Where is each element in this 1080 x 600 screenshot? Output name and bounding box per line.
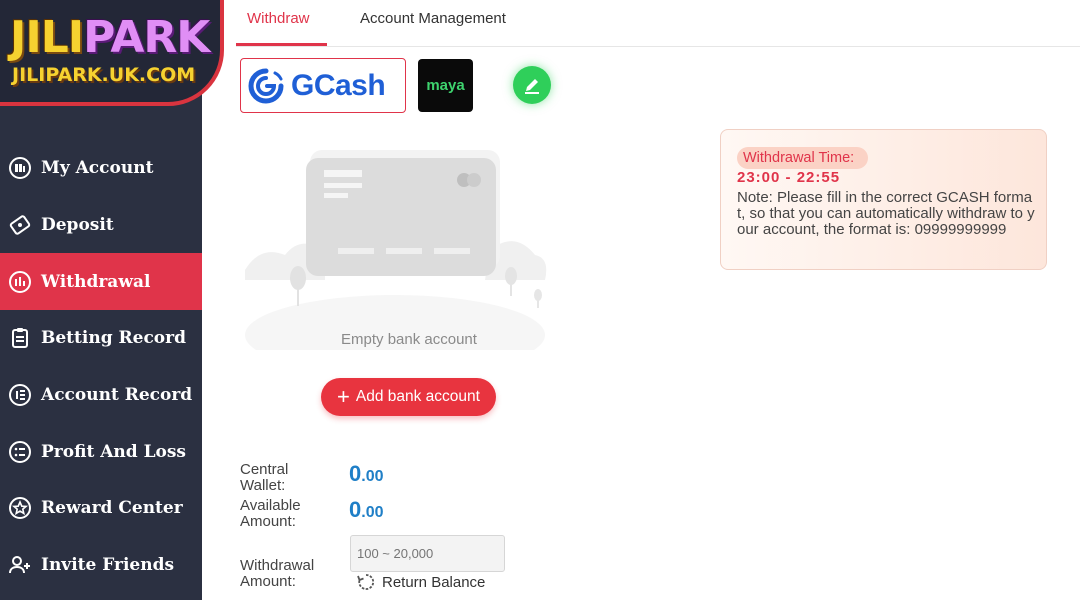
gcash-option[interactable]: GCash xyxy=(240,58,406,113)
tab-account-management[interactable]: Account Management xyxy=(360,10,506,27)
central-wallet-label-line-1: Central xyxy=(240,461,289,478)
logo-part-1: JILI xyxy=(10,12,84,63)
tab-withdraw[interactable]: Withdraw xyxy=(247,10,310,27)
withdrawal-amount-input[interactable] xyxy=(350,535,505,572)
logo-subtitle: JILIPARK.UK.COM xyxy=(12,64,196,86)
sidebar-item-reward-center[interactable]: Reward Center xyxy=(0,480,202,537)
sidebar-item-label: My Account xyxy=(41,158,154,179)
withdrawal-amount-label: Withdrawal Amount: xyxy=(240,558,314,590)
sidebar-item-profit-and-loss[interactable]: Profit And Loss xyxy=(0,423,202,480)
notice-title: Withdrawal Time: xyxy=(737,147,869,169)
pencil-icon xyxy=(525,79,539,94)
account-icon xyxy=(8,156,32,180)
withdrawal-icon xyxy=(8,270,32,294)
tab-bar: Withdraw Account Management xyxy=(236,0,1080,47)
profit-loss-icon xyxy=(8,440,32,464)
available-int: 0 xyxy=(349,497,362,522)
reward-center-icon xyxy=(8,496,32,520)
withdrawal-label-line-1: Withdrawal xyxy=(240,557,315,574)
return-balance-label: Return Balance xyxy=(382,573,486,591)
available-amount-label: Available Amount: xyxy=(240,498,301,530)
sidebar-item-label: Profit And Loss xyxy=(41,441,186,462)
refresh-icon xyxy=(357,574,375,590)
available-amount-value: 0.00 xyxy=(349,497,384,523)
return-balance-button[interactable]: Return Balance xyxy=(356,572,485,592)
invite-friends-icon xyxy=(8,553,32,577)
sidebar-item-invite-friends[interactable]: Invite Friends xyxy=(0,537,202,594)
logo-wordmark: JILIPARK xyxy=(10,16,210,60)
active-tab-indicator xyxy=(236,43,327,46)
sidebar-item-label: Account Record xyxy=(41,385,193,406)
betting-record-icon xyxy=(8,326,32,350)
sidebar-item-label: Reward Center xyxy=(41,498,183,519)
central-wallet-label: Central Wallet: xyxy=(240,462,288,494)
central-wallet-value: 0.00 xyxy=(349,461,384,487)
logo-part-2: PARK xyxy=(83,12,210,63)
sidebar-item-deposit[interactable]: Deposit xyxy=(0,197,202,254)
maya-option[interactable]: maya xyxy=(418,59,473,112)
empty-bank-illustration xyxy=(245,150,547,350)
sidebar-item-label: Withdrawal xyxy=(41,271,151,292)
deposit-icon xyxy=(8,213,32,237)
account-record-icon xyxy=(8,383,32,407)
sidebar-item-label: Deposit xyxy=(41,215,114,236)
sidebar-item-label: Invite Friends xyxy=(41,555,175,576)
central-wallet-dec: .00 xyxy=(361,468,384,485)
plus-icon: + xyxy=(337,384,350,409)
sidebar-item-betting-record[interactable]: Betting Record xyxy=(0,310,202,367)
edit-wallet-button[interactable] xyxy=(513,66,551,104)
sidebar-item-label: Betting Record xyxy=(41,328,186,349)
sidebar-item-withdrawal[interactable]: Withdrawal xyxy=(0,253,202,311)
sidebar-menu: My Account Deposit Withdrawal Betting Re… xyxy=(0,140,202,594)
empty-bank-text: Empty bank account xyxy=(341,331,477,348)
available-label-line-1: Available xyxy=(240,497,301,514)
central-wallet-int: 0 xyxy=(349,461,362,486)
available-label-line-2: Amount: xyxy=(240,513,296,530)
withdrawal-notice: Withdrawal Time: 23:00 - 22:55 Note: Ple… xyxy=(720,129,1047,270)
available-dec: .00 xyxy=(361,504,384,521)
sidebar-item-my-account[interactable]: My Account xyxy=(0,140,202,197)
withdrawal-label-line-2: Amount: xyxy=(240,573,296,590)
notice-note: Note: Please fill in the correct GCASH f… xyxy=(737,189,1035,238)
sidebar: JILIPARK JILIPARK.UK.COM My Account Depo… xyxy=(0,0,224,600)
notice-time: 23:00 - 22:55 xyxy=(737,169,841,186)
maya-label: maya xyxy=(426,77,465,94)
gcash-logo-icon xyxy=(248,68,284,103)
central-wallet-label-line-2: Wallet: xyxy=(240,477,286,494)
site-logo[interactable]: JILIPARK JILIPARK.UK.COM xyxy=(0,0,224,106)
add-bank-account-label: Add bank account xyxy=(355,388,480,405)
add-bank-account-button[interactable]: + Add bank account xyxy=(321,378,496,416)
sidebar-item-account-record[interactable]: Account Record xyxy=(0,367,202,424)
gcash-label: GCash xyxy=(291,68,386,102)
